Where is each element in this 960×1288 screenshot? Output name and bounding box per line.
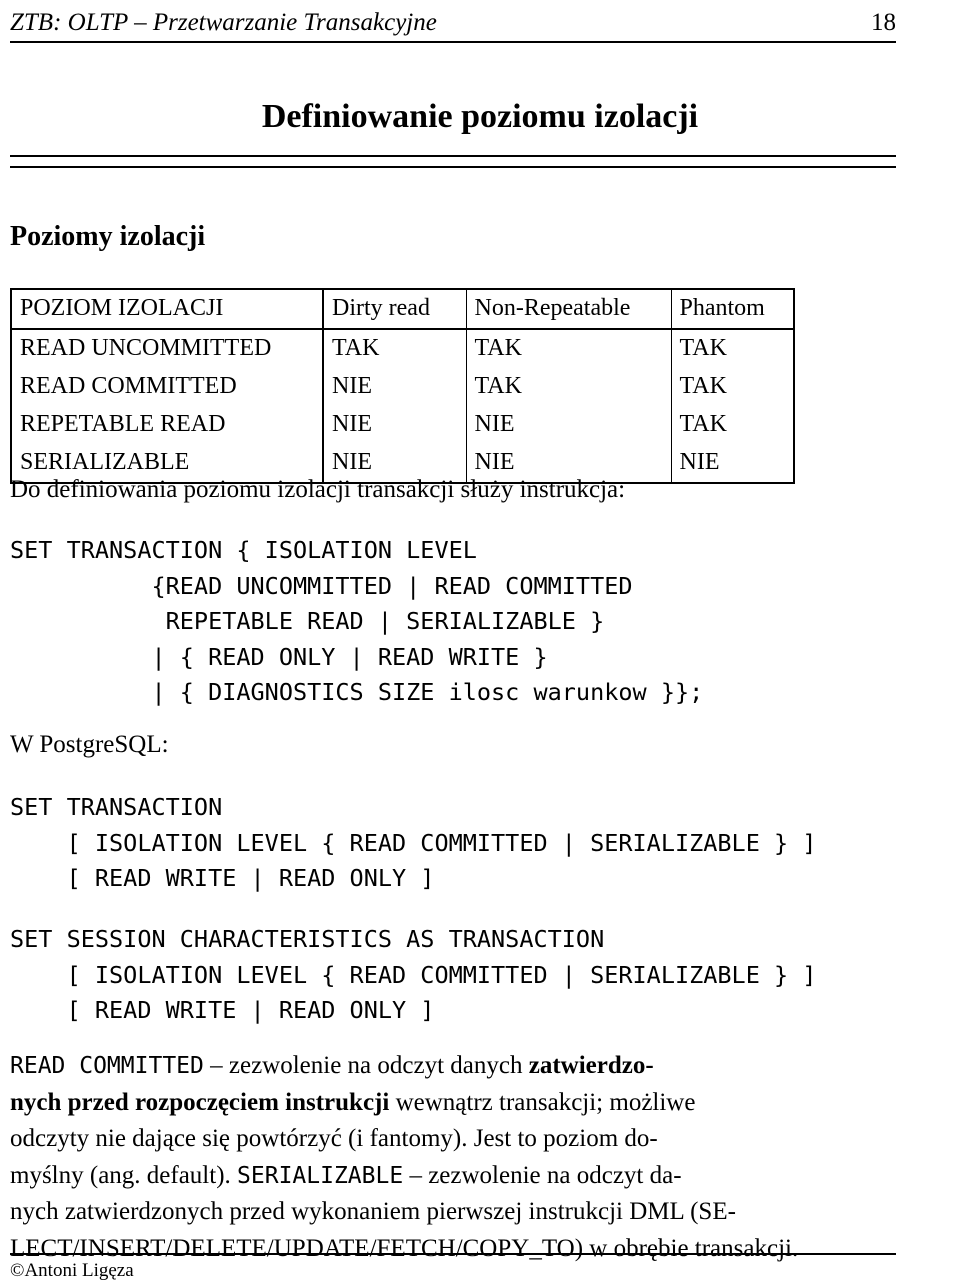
cell-dirty-read: NIE <box>322 368 467 406</box>
description-line-1: READ COMMITTED – zezwolenie na odczyt da… <box>10 1048 896 1085</box>
cell-phantom: TAK <box>671 328 795 368</box>
description-line-1-bold: zatwierdzo- <box>528 1052 654 1079</box>
description-line-4: myślny (ang. default). SERIALIZABLE – ze… <box>10 1158 896 1195</box>
table-row: READ UNCOMMITTED TAK TAK TAK <box>10 328 795 368</box>
code-block-postgres-set-transaction: SET TRANSACTION [ ISOLATION LEVEL { READ… <box>10 793 817 892</box>
table-header-cell-phantom: Phantom <box>671 288 795 330</box>
code-block-sql-standard: SET TRANSACTION { ISOLATION LEVEL {READ … <box>10 536 704 706</box>
description-line-2: nych przed rozpoczęciem instrukcji wewną… <box>10 1085 896 1122</box>
page-number: 18 <box>871 9 896 36</box>
isolation-level-table: POZIOM IZOLACJI Dirty read Non-Repeatabl… <box>10 288 795 484</box>
title-double-rule <box>10 155 896 168</box>
description-line-2-bold: nych przed rozpoczęciem instrukcji <box>10 1088 390 1116</box>
intro-text: Do definiowania poziomu izolacji transak… <box>10 476 626 503</box>
table-header-cell-level: POZIOM IZOLACJI <box>10 288 324 330</box>
title-rule-gap <box>10 157 896 166</box>
header-title: ZTB: OLTP – Przetwarzanie Transakcyjne <box>10 9 437 36</box>
keyword-read-committed: READ COMMITTED <box>10 1053 204 1079</box>
header-rule <box>10 41 896 43</box>
code-block-postgres-set-session: SET SESSION CHARACTERISTICS AS TRANSACTI… <box>10 925 817 1024</box>
description-line-4-text-b: – zezwolenie na odczyt da- <box>403 1161 682 1189</box>
keyword-serializable: SERIALIZABLE <box>237 1162 404 1189</box>
title-rule-bottom <box>10 166 896 168</box>
copyright-icon: © <box>10 1260 25 1281</box>
footer-copyright: ©Antoni Ligęza <box>10 1258 134 1284</box>
description-line-4-text-a: myślny (ang. default). <box>10 1161 238 1189</box>
cell-level: REPETABLE READ <box>10 406 324 444</box>
table-header-row: POZIOM IZOLACJI Dirty read Non-Repeatabl… <box>10 288 795 330</box>
description-line-1-text: – zezwolenie na odczyt danych <box>203 1052 529 1079</box>
table-header-cell-dirty-read: Dirty read <box>322 288 467 330</box>
cell-non-repeatable: TAK <box>466 328 672 368</box>
postgresql-label: W PostgreSQL: <box>10 731 169 758</box>
table-header-cell-non-repeatable: Non-Repeatable <box>466 288 672 330</box>
footer-author: Antoni Ligęza <box>24 1260 134 1281</box>
cell-level: READ COMMITTED <box>10 368 324 406</box>
running-header: ZTB: OLTP – Przetwarzanie Transakcyjne 1… <box>10 8 896 43</box>
cell-dirty-read: TAK <box>322 328 467 368</box>
footer-rule <box>10 1253 896 1255</box>
table-row: REPETABLE READ NIE NIE TAK <box>10 406 795 444</box>
description-line-2-text: wewnątrz transakcji; możliwe <box>389 1088 696 1116</box>
table-row: READ COMMITTED NIE TAK TAK <box>10 368 795 406</box>
cell-dirty-read: NIE <box>322 406 467 444</box>
cell-level: READ UNCOMMITTED <box>10 328 324 368</box>
page-title: Definiowanie poziomu izolacji <box>261 98 699 135</box>
cell-phantom: TAK <box>671 406 795 444</box>
description-line-6: LECT/INSERT/DELETE/UPDATE/FETCH/COPY_TO)… <box>10 1234 799 1262</box>
description-line-5: nych zatwierdzonych przed wykonaniem pie… <box>10 1198 736 1225</box>
cell-phantom: NIE <box>671 444 795 484</box>
cell-phantom: TAK <box>671 368 795 406</box>
description-paragraph: READ COMMITTED – zezwolenie na odczyt da… <box>10 1048 896 1267</box>
cell-non-repeatable: NIE <box>466 406 672 444</box>
cell-non-repeatable: TAK <box>466 368 672 406</box>
description-line-3: odczyty nie dające się powtórzyć (i fant… <box>10 1125 658 1152</box>
section-heading: Poziomy izolacji <box>10 221 206 252</box>
